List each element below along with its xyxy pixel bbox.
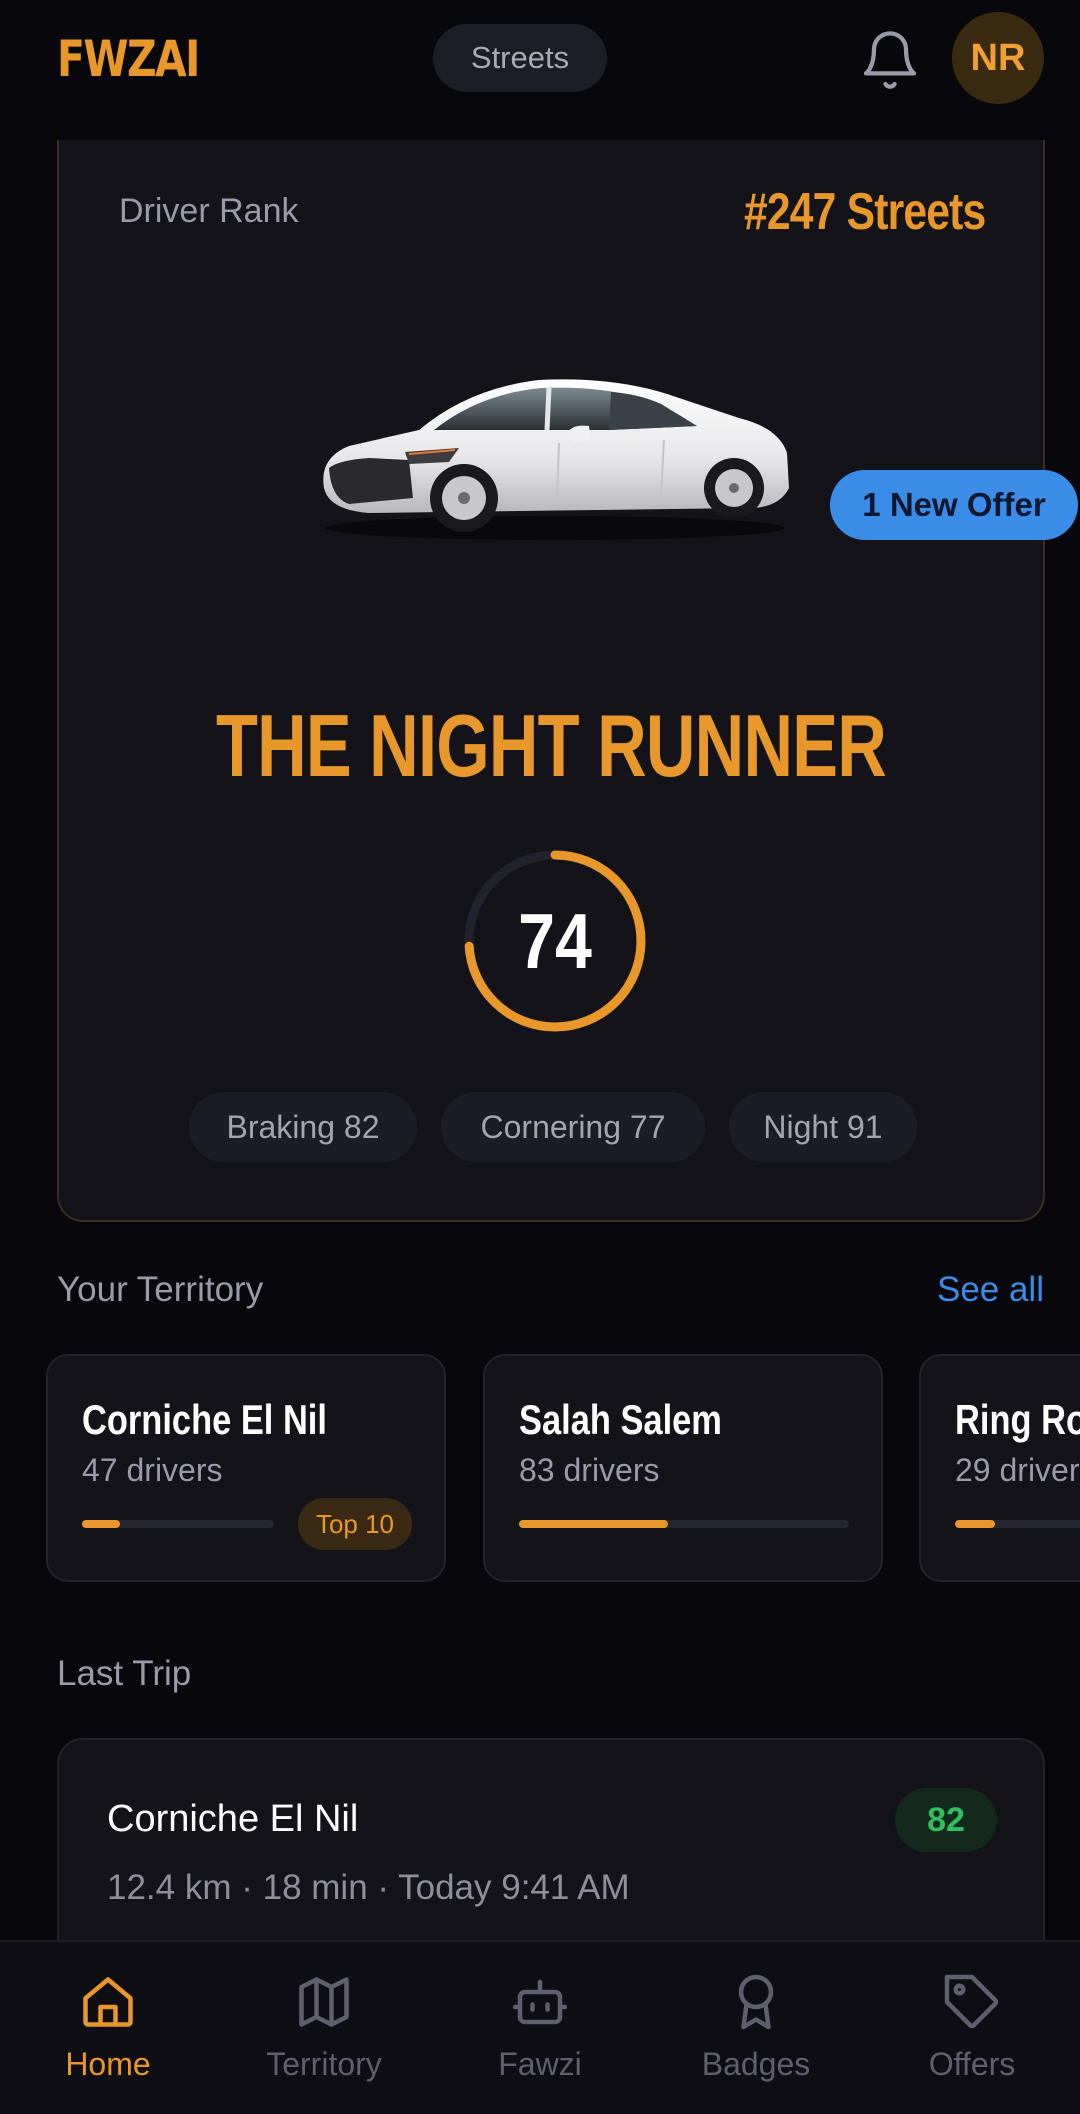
territory-progress-track [82,1520,274,1528]
nav-label: Territory [266,2046,382,2082]
badge-icon [738,1974,774,2030]
territory-driver-count: 47 drivers [82,1452,223,1488]
stat-chip-braking[interactable]: Braking 82 [189,1092,417,1162]
stat-chip-night[interactable]: Night 91 [729,1092,917,1162]
territory-progress-fill [82,1520,121,1528]
trip-route: Corniche El Nil [107,1798,359,1840]
trip-score-badge: 82 [895,1788,997,1852]
territory-driver-count: 29 drivers [955,1452,1080,1488]
territory-progress-fill [519,1520,668,1528]
nav-item-home[interactable]: Home [0,1942,216,2114]
bottom-nav: Home Territory Fawzi Badges Offers [0,1940,1080,2114]
context-pill[interactable]: Streets [433,24,607,92]
user-avatar[interactable]: NR [952,12,1044,104]
top-rank-badge: Top 10 [298,1498,412,1550]
nav-item-territory[interactable]: Territory [216,1942,432,2114]
map-icon [299,1977,349,2027]
app-root: FWZAI Streets NR Driver Rank #247 Street… [0,0,1080,2114]
nav-item-offers[interactable]: Offers [864,1942,1080,2114]
territory-section-title: Your Territory [57,1270,264,1309]
nav-label: Fawzi [498,2046,582,2082]
driver-title: THE NIGHT RUNNER [215,696,887,795]
nav-label: Offers [928,2046,1016,2082]
nav-label: Badges [701,2046,811,2082]
territory-card-ring-road[interactable]: Ring Road 29 drivers [919,1354,1080,1582]
territory-card-corniche[interactable]: Corniche El Nil 47 drivers Top 10 [46,1354,446,1582]
notifications-bell-icon[interactable] [858,28,922,92]
see-all-link[interactable]: See all [937,1270,1044,1310]
robot-icon [512,1979,568,2025]
territory-name: Corniche El Nil [82,1396,327,1443]
nav-item-fawzi[interactable]: Fawzi [432,1942,648,2114]
territory-driver-count: 83 drivers [519,1452,660,1488]
territory-name: Salah Salem [519,1396,722,1443]
driver-rank-label: Driver Rank [119,192,299,230]
nav-item-badges[interactable]: Badges [648,1942,864,2114]
home-icon [83,1977,133,2027]
top-header: FWZAI Streets NR [0,0,1080,118]
driver-score: 74 [518,896,592,985]
last-trip-section-title: Last Trip [57,1654,192,1693]
new-offer-badge[interactable]: 1 New Offer [830,470,1078,540]
territory-progress-track [955,1520,1080,1528]
nav-label: Home [65,2046,151,2082]
driver-rank-value: #247 Streets [743,183,986,241]
territory-progress-track [519,1520,849,1528]
stat-chip-cornering[interactable]: Cornering 77 [441,1092,705,1162]
territory-name: Ring Road [955,1396,1080,1443]
car-image [309,348,799,548]
trip-meta: 12.4 km · 18 min · Today 9:41 AM [107,1868,630,1907]
driver-rank-card: Driver Rank #247 Streets THE NIGHT RUNNE… [57,140,1045,1222]
tag-icon [944,1974,999,2029]
territory-progress-fill [955,1520,995,1528]
app-logo[interactable]: FWZAI [57,30,200,88]
territory-card-salah-salem[interactable]: Salah Salem 83 drivers [483,1354,883,1582]
